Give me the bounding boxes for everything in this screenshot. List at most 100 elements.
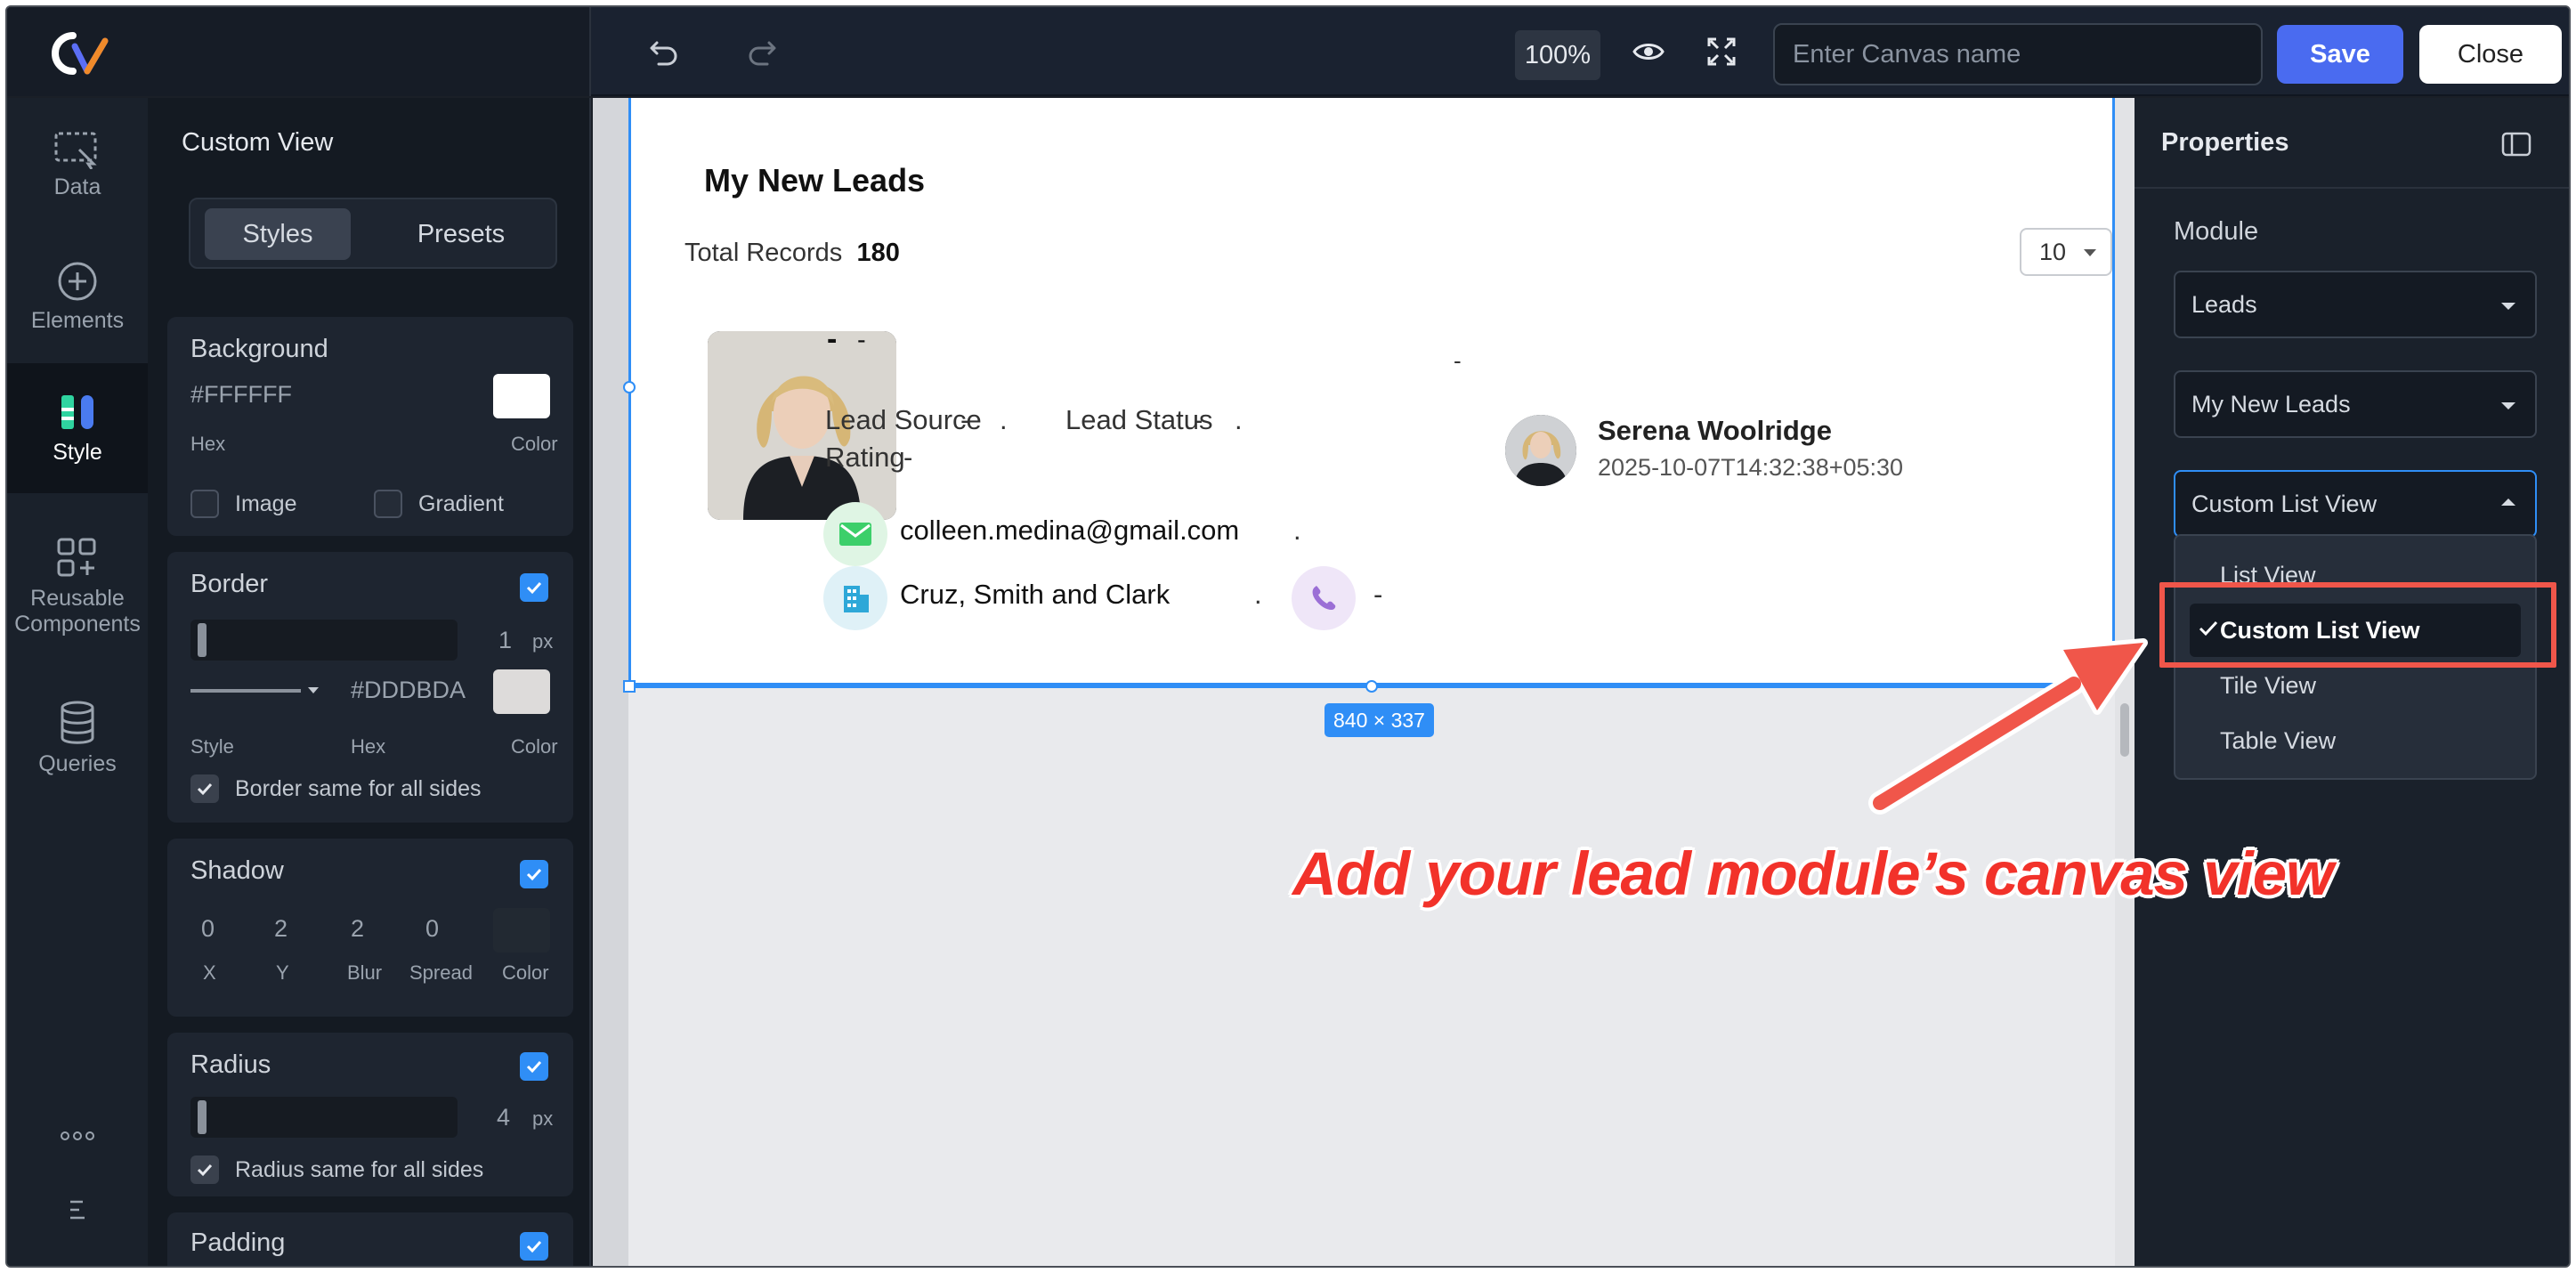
shadow-color-swatch[interactable]	[493, 908, 550, 953]
canvas-scrollbar[interactable]	[2115, 98, 2135, 1266]
shadow-y-label: Y	[276, 961, 289, 984]
company-icon-badge	[823, 566, 887, 630]
layout-select-value: Custom List View	[2191, 490, 2378, 517]
rail-label-style: Style	[53, 439, 102, 465]
padding-enable-checkbox[interactable]	[520, 1232, 548, 1261]
background-color-swatch[interactable]	[493, 374, 550, 418]
radius-enable-checkbox[interactable]	[520, 1052, 548, 1081]
shadow-spread-input[interactable]: 0	[425, 915, 439, 943]
view-select-value: My New Leads	[2191, 390, 2351, 418]
border-hex-label: Hex	[351, 735, 386, 758]
phone-icon	[1312, 586, 1336, 610]
rail-label-queries: Queries	[38, 750, 117, 776]
border-width-slider[interactable]	[190, 620, 458, 661]
tab-presets[interactable]: Presets	[381, 208, 541, 260]
module-select[interactable]: Leads	[2174, 271, 2537, 338]
border-same-checkbox[interactable]	[190, 774, 219, 803]
chevron-down-icon[interactable]	[306, 685, 320, 696]
undo-button[interactable]	[641, 28, 687, 75]
border-enable-checkbox[interactable]	[520, 573, 548, 602]
page-size-select[interactable]: 10	[2020, 228, 2112, 276]
shadow-blur-label: Blur	[347, 961, 383, 984]
custom-view-widget[interactable]: My New Leads Total Records 180 10 - - Le…	[628, 98, 2115, 685]
border-same-label: Border same for all sides	[235, 776, 482, 801]
rail-label-elements: Elements	[30, 307, 125, 333]
size-badge: 840 × 337	[1324, 703, 1434, 737]
phone-icon-badge	[1292, 566, 1356, 630]
zoom-level[interactable]: 100%	[1515, 30, 1600, 80]
shadow-title: Shadow	[190, 856, 284, 885]
border-hex-input[interactable]: #DDDBDA	[351, 677, 466, 704]
lead-email[interactable]: colleen.medina@gmail.com	[900, 515, 1239, 547]
panel-toggle-icon[interactable]	[2501, 132, 2531, 157]
design-canvas[interactable]: My New Leads Total Records 180 10 - - Le…	[593, 98, 2135, 1266]
module-select-value: Leads	[2191, 290, 2257, 318]
border-width-value[interactable]: 1	[498, 627, 512, 654]
layout-select[interactable]: Custom List View	[2174, 470, 2537, 538]
widget-title: My New Leads	[704, 162, 926, 199]
view-select[interactable]: My New Leads	[2174, 370, 2537, 438]
separator-dot: .	[1235, 404, 1243, 435]
separator-dot: .	[1293, 515, 1301, 546]
save-button[interactable]: Save	[2277, 25, 2403, 84]
border-style-preview[interactable]	[190, 689, 301, 693]
radius-same-checkbox[interactable]	[190, 1155, 219, 1184]
shadow-color-label: Color	[502, 961, 549, 984]
radius-slider[interactable]	[190, 1097, 458, 1138]
shadow-spread-label: Spread	[409, 961, 473, 984]
resize-handle-bottom[interactable]	[1365, 680, 1378, 693]
shadow-y-input[interactable]: 2	[274, 915, 288, 943]
left-rail: Data Elements Style Reusable Components …	[7, 98, 148, 1266]
radius-card: Radius 4 px Radius same for all sides	[167, 1033, 573, 1196]
style-panel: Custom View Styles Presets Background #F…	[148, 98, 591, 1266]
shadow-blur-input[interactable]: 2	[351, 915, 364, 943]
module-label: Module	[2174, 217, 2259, 246]
rail-item-elements[interactable]: Elements	[7, 239, 148, 354]
canvas-name-input[interactable]: Enter Canvas name	[1773, 23, 2263, 85]
shadow-enable-checkbox[interactable]	[520, 860, 548, 888]
shadow-card: Shadow 0 2 2 0 X Y Blur Spread Color	[167, 839, 573, 1017]
radius-title: Radius	[190, 1050, 271, 1079]
resize-handle-bottom-left[interactable]	[623, 680, 636, 693]
background-hex-input[interactable]: #FFFFFF	[190, 381, 292, 409]
fullscreen-button[interactable]	[1698, 28, 1745, 75]
owner-portrait-image	[1505, 415, 1576, 486]
rail-item-data[interactable]: Data	[7, 107, 148, 223]
radius-value[interactable]: 4	[497, 1104, 510, 1131]
border-color-swatch[interactable]	[493, 669, 550, 714]
total-records: Total Records 180	[685, 239, 900, 268]
tab-styles[interactable]: Styles	[205, 208, 351, 260]
gradient-label: Gradient	[418, 491, 504, 516]
separator-dot: .	[1000, 404, 1008, 435]
data-select-icon	[54, 132, 97, 169]
panel-title: Custom View	[182, 128, 334, 157]
border-style-label: Style	[190, 735, 234, 758]
right-column-dash: -	[1454, 347, 1462, 374]
lead-source-label: Lead Source	[825, 404, 982, 435]
properties-title: Properties	[2161, 128, 2289, 157]
rail-item-reusable-components[interactable]: Reusable Components	[7, 511, 148, 662]
lead-status-label: Lead Status	[1065, 404, 1213, 435]
properties-divider	[2135, 187, 2569, 189]
rail-item-style[interactable]: Style	[7, 363, 148, 493]
image-checkbox[interactable]	[190, 490, 219, 518]
total-records-label: Total Records	[685, 239, 843, 267]
menu-button[interactable]	[7, 1186, 148, 1239]
owner-avatar	[1505, 415, 1576, 486]
background-color-label: Color	[511, 433, 558, 455]
menu-item-table-view[interactable]: Table View	[2175, 714, 2535, 767]
gradient-checkbox[interactable]	[374, 490, 402, 518]
expand-icon	[1707, 37, 1736, 66]
more-options-button[interactable]	[7, 1116, 148, 1161]
scrollbar-thumb[interactable]	[2120, 703, 2129, 757]
preview-button[interactable]	[1625, 28, 1672, 75]
redo-button[interactable]	[739, 28, 785, 75]
resize-handle-left[interactable]	[623, 381, 636, 393]
lead-source-value: -	[960, 404, 970, 435]
page-size-value: 10	[2039, 238, 2067, 265]
caret-down-icon	[2501, 402, 2515, 409]
rail-item-queries[interactable]: Queries	[7, 671, 148, 805]
shadow-x-input[interactable]: 0	[201, 915, 215, 943]
close-button[interactable]: Close	[2419, 25, 2562, 84]
background-card: Background #FFFFFF Hex Color Image Gradi…	[167, 317, 573, 536]
